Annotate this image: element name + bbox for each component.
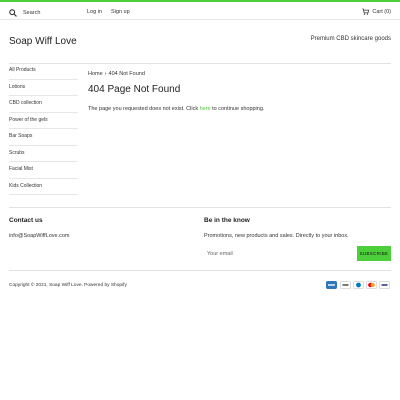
top-bar: Log in Sign up Cart (0)	[0, 3, 400, 20]
message-text: The page you requested does not exist. C…	[88, 106, 200, 112]
cart-link[interactable]: Cart (0)	[362, 8, 391, 15]
breadcrumb-separator: ›	[104, 71, 107, 77]
american-express-icon	[326, 281, 337, 289]
continue-shopping-link[interactable]: here	[200, 106, 211, 112]
visa-icon	[379, 281, 390, 289]
contact-heading: Contact us	[9, 217, 43, 224]
divider	[9, 207, 391, 208]
sidebar-item-facial-mist[interactable]: Facial Mist	[9, 162, 78, 179]
sidebar-item-cbd-collection[interactable]: CBD collection	[9, 96, 78, 113]
sidebar-item-lotions[interactable]: Lotions	[9, 80, 78, 96]
sidebar-item-all-products[interactable]: All Products	[9, 63, 78, 80]
subscribe-button[interactable]: SUBSCRIBE	[357, 246, 391, 261]
page-title: 404 Page Not Found	[88, 84, 181, 95]
sidebar-item-kids-collection[interactable]: Kids Collection	[9, 179, 78, 195]
contact-email: info@SoapWiffLove.com	[9, 233, 70, 239]
apple-pay-icon	[340, 281, 351, 289]
divider	[0, 19, 400, 20]
site-logo-text[interactable]: Soap Wiff Love	[9, 36, 77, 47]
newsletter-email-field[interactable]	[204, 246, 356, 261]
breadcrumb-current: 404 Not Found	[108, 71, 145, 77]
newsletter-text: Promotions, new products and sales. Dire…	[204, 233, 349, 239]
site-tagline: Premium CBD skincare goods	[310, 36, 391, 42]
mastercard-icon	[366, 281, 377, 289]
search-icon[interactable]	[9, 8, 17, 17]
top-accent-bar	[0, 0, 400, 2]
signup-link[interactable]: Sign up	[111, 9, 130, 15]
diners-club-icon	[353, 281, 364, 289]
divider	[9, 270, 391, 271]
search-input[interactable]	[17, 9, 83, 16]
breadcrumb: Home › 404 Not Found	[88, 71, 145, 77]
search-box[interactable]	[9, 6, 83, 19]
sidebar-nav: All Products Lotions CBD collection Powe…	[9, 63, 78, 195]
newsletter-heading: Be in the know	[204, 217, 250, 224]
sidebar-item-power-of-the-gels[interactable]: Power of the gels	[9, 113, 78, 129]
cart-icon	[362, 8, 370, 15]
message-text-end: to continue shopping.	[210, 106, 265, 112]
sidebar-item-scrubs[interactable]: Scrubs	[9, 146, 78, 162]
breadcrumb-home-link[interactable]: Home	[88, 71, 103, 77]
not-found-message: The page you requested does not exist. C…	[88, 106, 264, 112]
login-link[interactable]: Log in	[87, 9, 102, 15]
cart-label: Cart (0)	[372, 8, 391, 15]
copyright-text: Copyright © 2021, Soap Wiff Love. Powere…	[9, 283, 127, 288]
sidebar-item-bar-soaps[interactable]: Bar Soaps	[9, 129, 78, 146]
